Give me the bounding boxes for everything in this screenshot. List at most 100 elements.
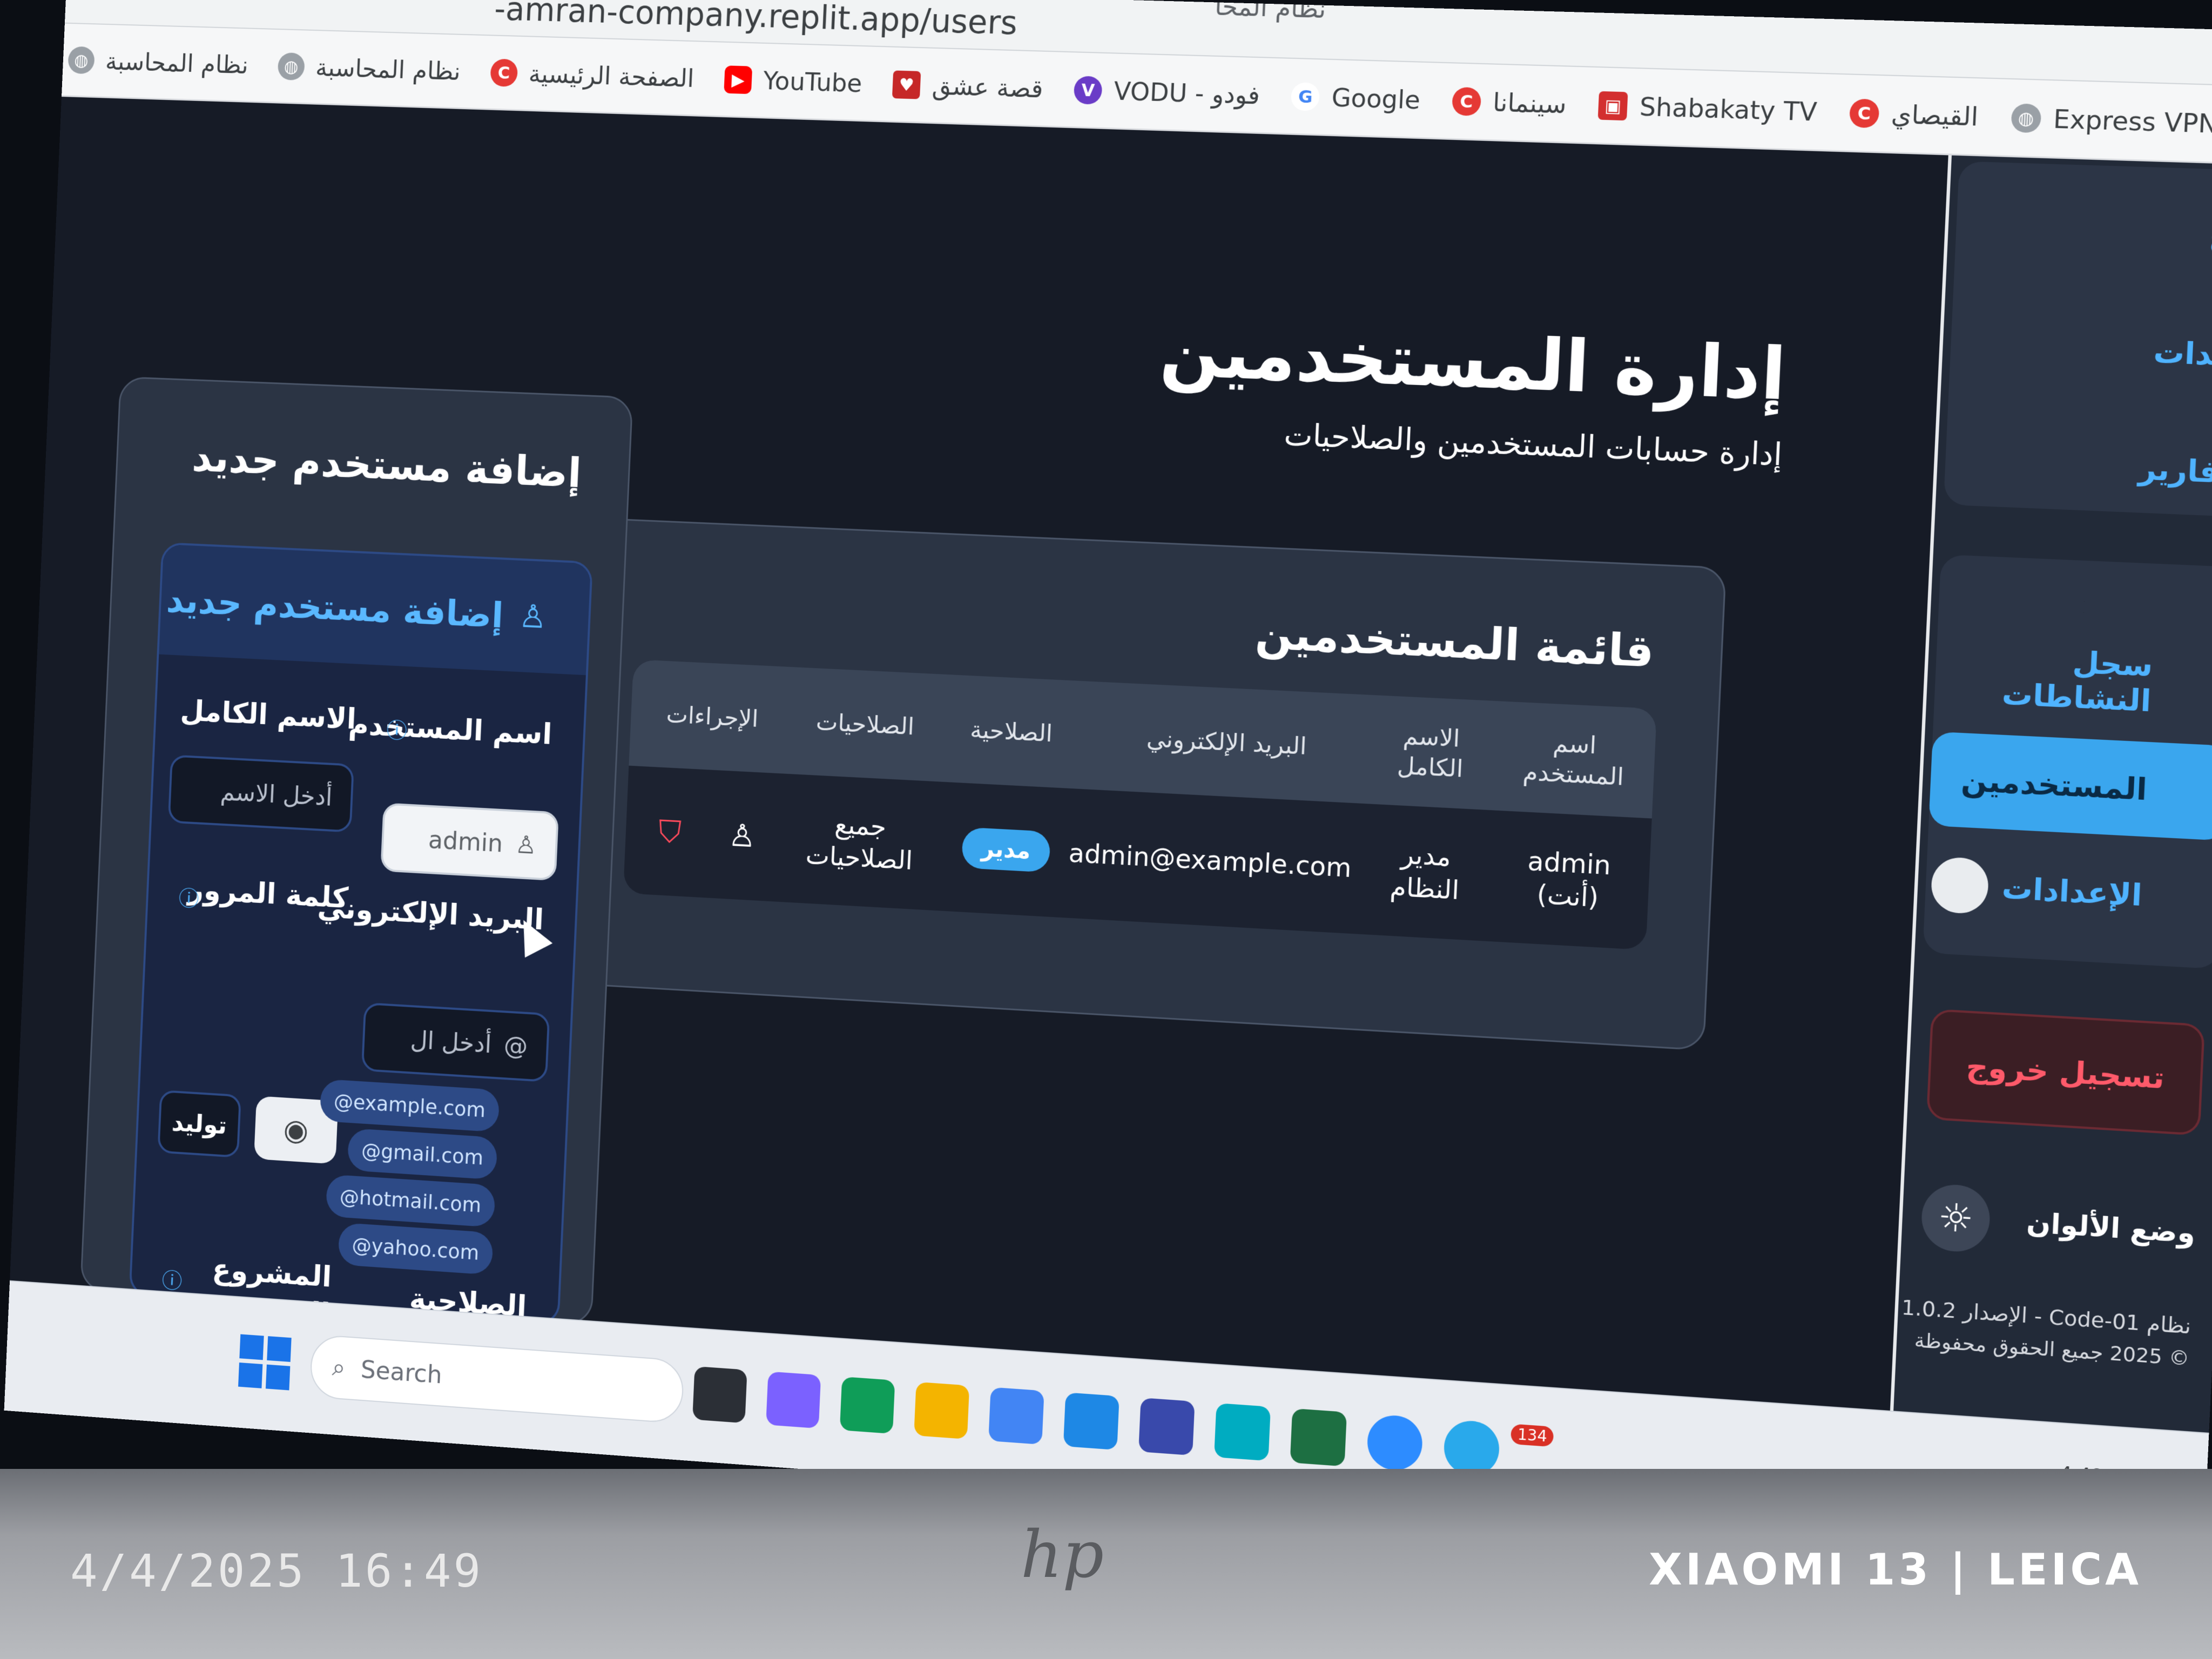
theme-row: وضع الألوان ☼ [1920, 1175, 2197, 1275]
info-icon[interactable]: ⓘ [161, 1263, 183, 1295]
edge-icon[interactable] [839, 1377, 895, 1434]
logout-label: تسجيل خروج [1965, 1048, 2166, 1096]
user-icon: ♙ [514, 830, 537, 860]
bookmark-item[interactable]: ▶ YouTube [724, 65, 862, 98]
bookmark-label: القيصاي [1890, 99, 1979, 132]
email-domain-chip[interactable]: gmail.com@ [347, 1128, 498, 1180]
bookmark-item[interactable]: ◍ Express VPN [2010, 103, 2212, 139]
address-url[interactable]: -amran-company.replit.app/users [494, 0, 1018, 42]
bookmark-item[interactable]: G Google [1291, 82, 1421, 115]
bookmark-item[interactable]: ◍ نظام المحاسبة [277, 52, 461, 85]
cell-permissions: جميع الصلاحيات [805, 810, 914, 876]
generate-label: توليد [171, 1108, 228, 1140]
bookmark-label: Shabakaty TV [1639, 91, 1818, 127]
username-label: اسم المستخدم [348, 707, 553, 751]
email-domain-chip[interactable]: hotmail.com@ [325, 1174, 496, 1228]
column-header[interactable]: اسم المستخدم [1493, 726, 1656, 794]
help-icon[interactable] [988, 1387, 1044, 1445]
username-field[interactable]: ♙ admin [380, 802, 559, 881]
sidebar-item-activity-log[interactable]: سجل النشاطات [1933, 626, 2212, 735]
sidebar-item-settings[interactable]: الإعدادات [1924, 837, 2212, 947]
sidebar-link[interactable]: ع [2208, 219, 2212, 255]
users-list-title: قائمة المستخدمين [1254, 608, 1655, 677]
column-header[interactable]: البريد الإلكتروني [1085, 720, 1368, 764]
copilot-icon[interactable] [766, 1371, 821, 1429]
paint-icon[interactable] [1214, 1402, 1271, 1461]
heart-icon: ♥ [892, 70, 921, 99]
sidebar-link[interactable]: ندات [2153, 335, 2212, 373]
fullname-field[interactable]: أدخل الاسم [167, 754, 354, 833]
task-view-icon[interactable] [692, 1366, 747, 1424]
info-icon[interactable]: ⓘ [178, 881, 200, 912]
cell-role: مدير [930, 825, 1082, 874]
email-field[interactable]: @ أدخل ال [361, 1002, 550, 1083]
sidebar-item-users[interactable]: المستخدمين [1928, 731, 2212, 841]
search-icon: ⌕ [332, 1352, 346, 1382]
taskbar-search[interactable]: ⌕ Search [309, 1334, 685, 1424]
sun-icon[interactable]: ☼ [1920, 1183, 1992, 1254]
app-viewport: ع ندات فارير سجل النشاطات المستخدمين الإ… [10, 97, 2212, 1433]
cell-full-name: مدير النظام [1389, 839, 1460, 906]
logout-button[interactable]: تسجيل خروج [1926, 1008, 2206, 1136]
google-icon: G [1291, 82, 1320, 111]
globe-icon: ◍ [277, 52, 305, 80]
photo-timestamp: 4/4/2025 16:49 [70, 1545, 483, 1597]
theme-label: وضع الألوان [2026, 1206, 2196, 1250]
globe-icon: ◍ [68, 46, 95, 74]
email-domain-chip[interactable]: yahoo.com@ [338, 1222, 494, 1275]
search-placeholder: Search [360, 1354, 443, 1390]
store-icon[interactable] [1138, 1398, 1195, 1456]
page-title: إدارة المستخدمين [1158, 309, 1788, 416]
column-header[interactable]: الصلاحية [936, 713, 1087, 750]
sidebar-top-card: ع ندات فارير [1943, 161, 2212, 517]
cell-actions: ♙ ⛉ [625, 810, 790, 858]
c-logo-icon: C [1451, 86, 1481, 116]
sidebar-item-label: المستخدمين [1960, 763, 2148, 807]
excel-icon[interactable] [1290, 1408, 1347, 1467]
bookmark-item[interactable]: ♥ قصة عشق [892, 70, 1044, 103]
cortana-icon[interactable] [1063, 1392, 1120, 1451]
bookmark-item[interactable]: C الصفحة الرئيسية [489, 58, 695, 93]
form-title: إضافة مستخدم جديد [165, 579, 504, 636]
bookmark-item[interactable]: C سينمانا [1451, 86, 1568, 119]
column-header[interactable]: الاسم الكامل [1366, 719, 1495, 786]
column-header[interactable]: الصلاحيات [793, 706, 938, 743]
bookmark-item[interactable]: C القيصاي [1849, 98, 1979, 131]
settings-toggle[interactable] [1930, 856, 1990, 915]
cell-email: admin@example.com [1068, 838, 1352, 884]
zoom-icon[interactable] [1366, 1413, 1424, 1472]
page-subtitle: إدارة حسابات المستخدمين والصلاحيات [1283, 417, 1783, 473]
bookmark-label: Express VPN [2052, 104, 2212, 139]
bookmark-label: VODU - فودو [1113, 76, 1261, 110]
bookmark-label: الصفحة الرئيسية [528, 59, 695, 93]
tv-icon: ▣ [1598, 91, 1628, 120]
sidebar-link[interactable]: فارير [2138, 451, 2212, 490]
form-header: ♙ إضافة مستخدم جديد [159, 544, 591, 676]
users-table: اسم المستخدم الاسم الكامل البريد الإلكتر… [623, 659, 1657, 950]
bookmark-item[interactable]: ▣ Shabakaty TV [1598, 90, 1818, 126]
cell-username: admin (أنت) [1527, 846, 1612, 914]
sidebar: ع ندات فارير سجل النشاطات المستخدمين الإ… [1890, 155, 2212, 1433]
notification-badge: 134 [1510, 1424, 1554, 1447]
file-explorer-icon[interactable] [914, 1381, 970, 1440]
bookmark-label: Google [1331, 82, 1421, 115]
sidebar-nav: سجل النشاطات المستخدمين الإعدادات [1923, 554, 2212, 969]
password-label: كلمة المرور [187, 872, 349, 915]
generate-password-button[interactable]: توليد [157, 1090, 241, 1158]
page-tab-title[interactable]: نظام المحا [1214, 0, 1326, 24]
at-icon: @ [503, 1030, 529, 1061]
fullname-placeholder: أدخل الاسم [219, 777, 333, 812]
shield-icon[interactable]: ⛉ [658, 812, 682, 852]
add-user-card: إضافة مستخدم جديد ♙ إضافة مستخدم جديد اس… [79, 376, 633, 1326]
user-icon[interactable]: ♙ [727, 815, 757, 855]
bookmark-item[interactable]: ◍ نظام المحاسبة [68, 45, 249, 79]
windows-start-icon[interactable] [238, 1334, 292, 1391]
bookmark-label: قصة عشق [931, 71, 1044, 103]
email-domain-chip[interactable]: example.com@ [319, 1078, 500, 1132]
globe-icon: ◍ [2010, 103, 2042, 133]
bookmark-item[interactable]: V VODU - فودو [1073, 75, 1261, 110]
role-badge: مدير [961, 827, 1051, 873]
bookmark-label: سينمانا [1492, 87, 1568, 119]
info-icon[interactable]: ⓘ [386, 713, 408, 745]
user-icon: ♙ [518, 597, 548, 636]
